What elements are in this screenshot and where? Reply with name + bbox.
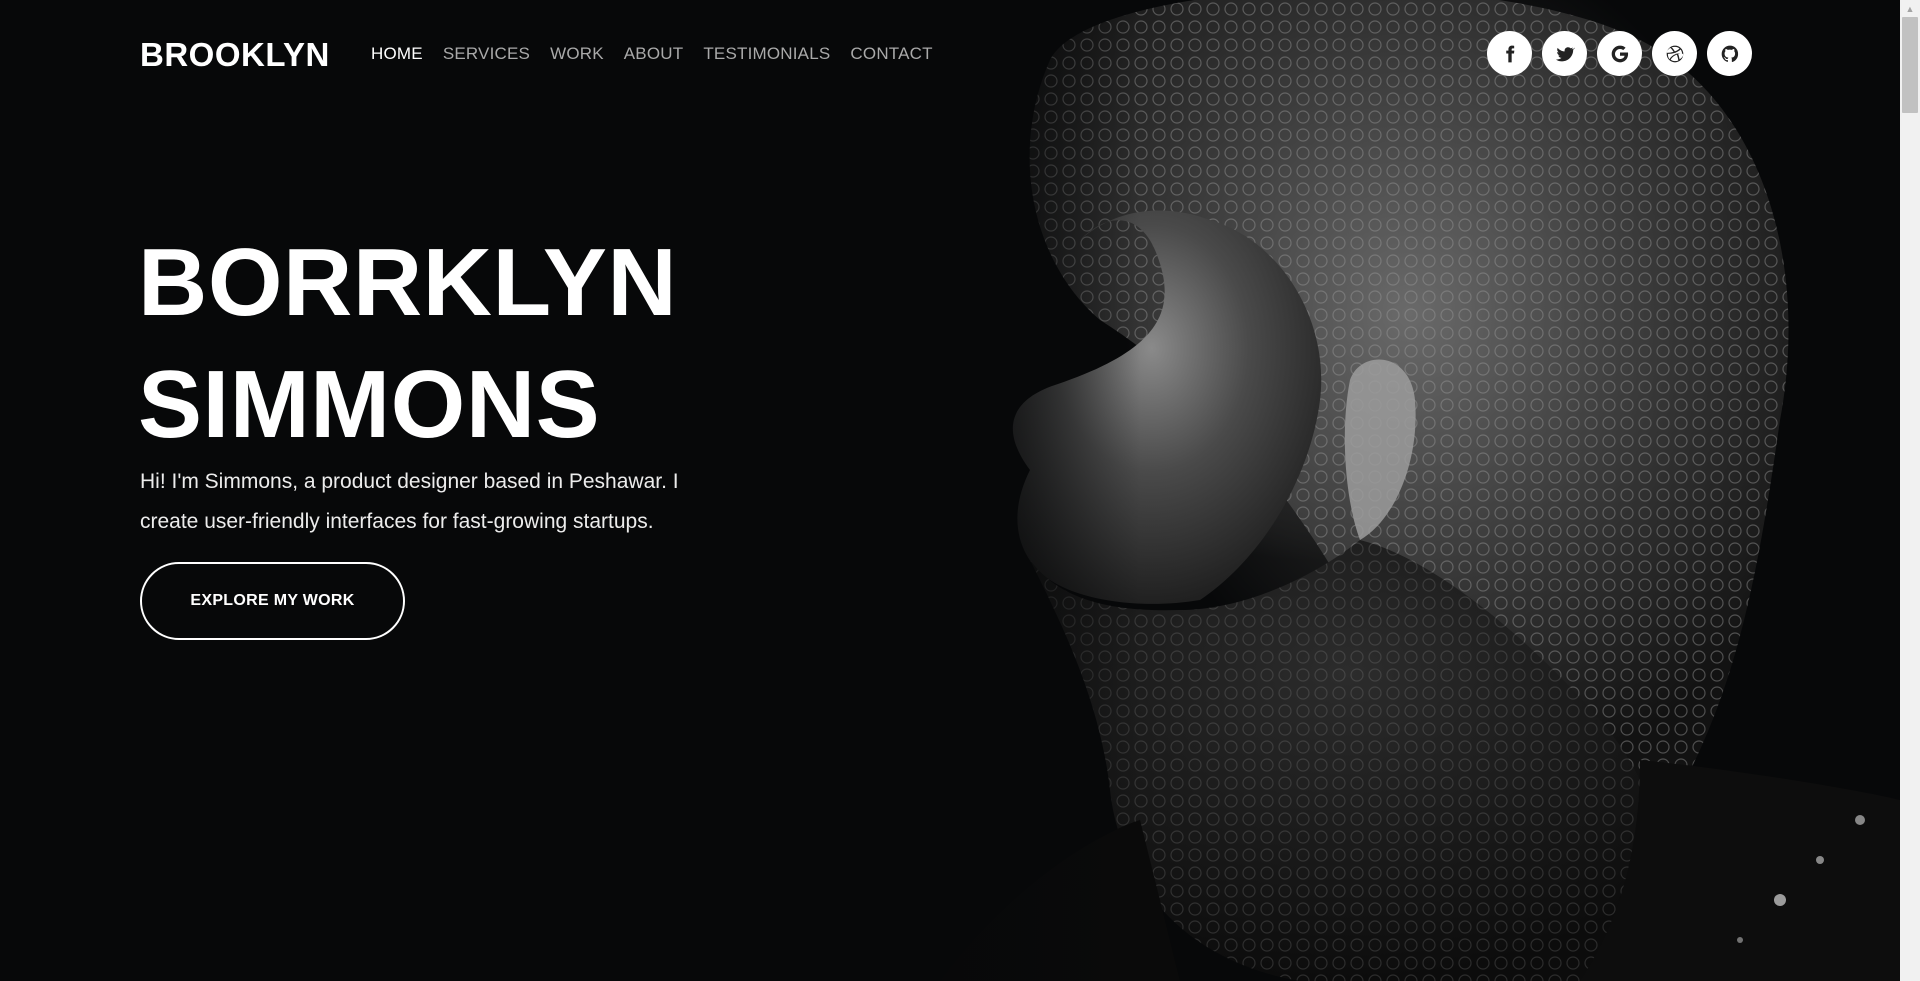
hero-description: Hi! I'm Simmons, a product designer base… xyxy=(140,470,679,533)
page: BROOKLYN HOME SERVICES WORK ABOUT TESTIM… xyxy=(0,0,1900,981)
hero-title-line-2: SIMMONS xyxy=(138,351,601,458)
nav-item-testimonials[interactable]: TESTIMONIALS xyxy=(703,44,830,64)
scroll-up-arrow-icon[interactable]: ▲ xyxy=(1900,0,1920,17)
hero-title-line-1: BORRKLYN xyxy=(138,229,678,336)
nav-item-contact[interactable]: CONTACT xyxy=(850,44,932,64)
dribbble-icon xyxy=(1666,45,1684,62)
google-icon xyxy=(1611,45,1628,62)
scrollbar-thumb[interactable] xyxy=(1902,17,1918,113)
github-button[interactable] xyxy=(1707,31,1752,76)
facebook-icon xyxy=(1505,45,1514,62)
main-nav: HOME SERVICES WORK ABOUT TESTIMONIALS CO… xyxy=(371,44,933,64)
brand-logo[interactable]: BROOKLYN xyxy=(140,36,330,74)
google-button[interactable] xyxy=(1597,31,1642,76)
hero-title: BORRKLYN SIMMONS xyxy=(138,222,738,466)
dribbble-button[interactable] xyxy=(1652,31,1697,76)
nav-item-work[interactable]: WORK xyxy=(550,44,604,64)
photo-fade-overlay xyxy=(880,0,1140,981)
nav-item-about[interactable]: ABOUT xyxy=(624,44,684,64)
nav-item-services[interactable]: SERVICES xyxy=(443,44,530,64)
github-icon xyxy=(1721,45,1738,62)
vertical-scrollbar[interactable]: ▲ xyxy=(1900,0,1920,981)
explore-my-work-button[interactable]: EXPLORE MY WORK xyxy=(140,562,405,640)
twitter-icon xyxy=(1555,46,1575,61)
social-links xyxy=(1487,31,1752,76)
twitter-button[interactable] xyxy=(1542,31,1587,76)
nav-item-home[interactable]: HOME xyxy=(371,44,423,64)
facebook-button[interactable] xyxy=(1487,31,1532,76)
